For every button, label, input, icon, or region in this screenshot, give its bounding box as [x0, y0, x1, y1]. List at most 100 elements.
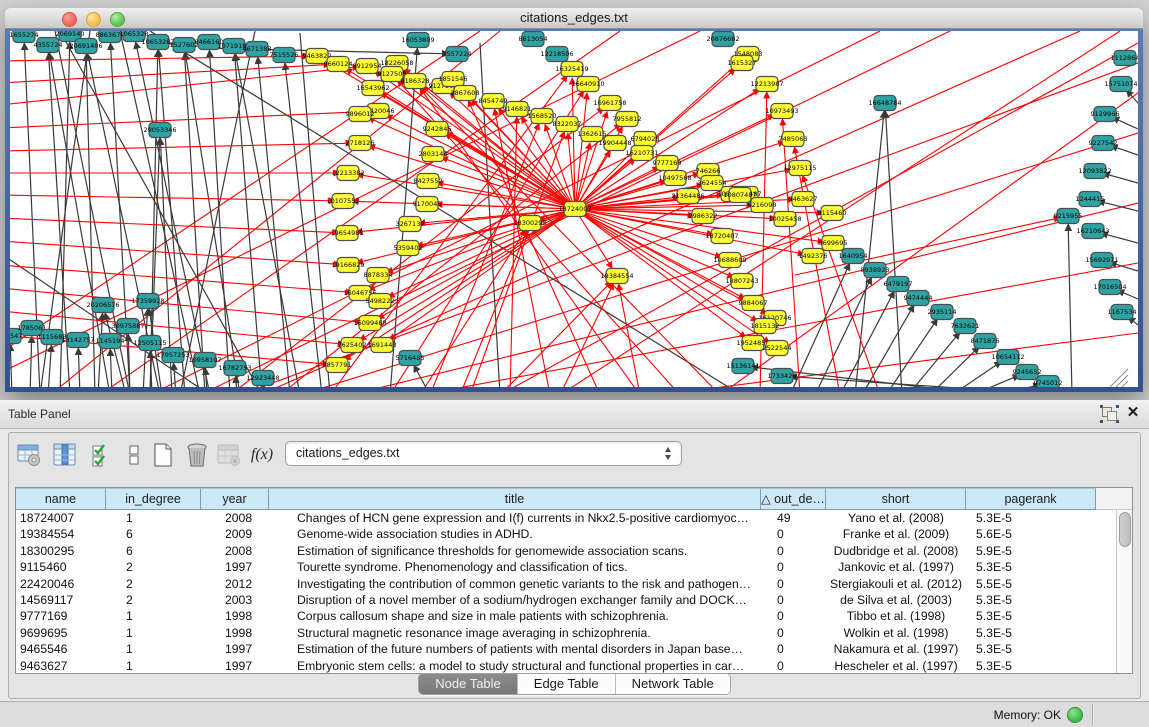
graph-node[interactable]: 15136141 — [726, 359, 759, 374]
graph-node[interactable]: 9745012 — [1034, 376, 1063, 388]
graph-node[interactable]: 9474444 — [904, 291, 933, 306]
citation-graph[interactable]: 1872400716552744355724206914020691406886… — [10, 31, 1138, 387]
graph-node[interactable]: 16640910 — [571, 77, 604, 92]
table-options-icon[interactable] — [15, 441, 43, 469]
graph-node[interactable]: 1492376 — [799, 249, 828, 264]
graph-node[interactable]: 7515526 — [270, 48, 299, 63]
table-row[interactable]: 1938455462009Genome-wide association stu… — [16, 526, 1117, 542]
table-vertical-scrollbar[interactable] — [1116, 510, 1132, 673]
column-header-pagerank[interactable]: pagerank — [966, 488, 1096, 510]
new-column-icon[interactable] — [149, 441, 177, 469]
graph-node[interactable]: 1691443 — [368, 338, 397, 353]
graph-node[interactable]: 16648784 — [868, 96, 901, 111]
function-builder-icon[interactable]: f(x) — [247, 441, 277, 469]
table-selector-combobox[interactable]: citations_edges.txt — [285, 441, 682, 466]
graph-node[interactable]: 29053346 — [143, 123, 176, 138]
graph-node[interactable]: 8471876 — [971, 334, 1000, 349]
graph-node[interactable]: 12923448 — [246, 371, 279, 386]
graph-node[interactable]: 2803144 — [419, 147, 448, 162]
graph-node[interactable]: 9699695 — [819, 236, 848, 251]
table-row[interactable]: 2242004622012Investigating the contribut… — [16, 576, 1117, 592]
column-header-outde[interactable]: △ out_de… — [761, 488, 826, 510]
column-header-short[interactable]: short — [826, 488, 966, 510]
graph-node[interactable]: 19384554 — [600, 269, 633, 284]
graph-node[interactable]: 12975115 — [783, 161, 816, 176]
window-resize-grip[interactable] — [1110, 369, 1128, 387]
graph-node[interactable]: 12213382 — [331, 166, 364, 181]
graph-node[interactable]: 1244415 — [1076, 192, 1105, 207]
graph-node[interactable]: 6479197 — [884, 277, 913, 292]
graph-node[interactable]: 4355724 — [34, 38, 63, 53]
table-row[interactable]: 1872400712008Changes of HCN gene express… — [16, 510, 1117, 526]
graph-node[interactable]: 19166829 — [331, 258, 364, 273]
graph-node[interactable]: 12218506 — [540, 47, 573, 62]
graph-node[interactable]: 12213987 — [750, 77, 783, 92]
graph-node[interactable]: 7625402 — [338, 338, 367, 353]
delete-column-icon[interactable] — [183, 441, 211, 469]
column-header-name[interactable]: name — [16, 488, 106, 510]
graph-node[interactable]: 9242845 — [423, 122, 452, 137]
graph-node[interactable]: 1640954 — [839, 249, 868, 264]
graph-node[interactable]: 7557224 — [443, 47, 472, 62]
table-row[interactable]: 1830029562008Estimation of significance … — [16, 543, 1117, 559]
graph-node[interactable]: 9227542 — [1089, 136, 1118, 151]
graph-node[interactable]: 9896012 — [346, 107, 375, 122]
graph-node[interactable]: 9170045 — [413, 197, 442, 212]
table-row[interactable]: 911546021997Tourette syndrome. Phenomeno… — [16, 559, 1117, 575]
graph-node[interactable]: 9884067 — [739, 296, 768, 311]
graph-node[interactable]: 16325419 — [555, 62, 588, 77]
graph-node[interactable]: 2522544 — [763, 341, 792, 356]
graph-node[interactable]: 1167534 — [1108, 305, 1137, 320]
graph-node[interactable]: 1733426 — [768, 369, 797, 384]
graph-node[interactable]: 8186328 — [401, 74, 430, 89]
graph-node[interactable]: 5716485 — [396, 351, 425, 366]
tab-node-table[interactable]: Node Table — [419, 674, 518, 694]
graph-node[interactable]: 5359402 — [394, 241, 423, 256]
graph-node[interactable]: 10107552 — [326, 194, 359, 209]
graph-node[interactable]: 12505115 — [133, 336, 166, 351]
graph-node[interactable]: 9777169 — [653, 156, 682, 171]
scrollbar-thumb[interactable] — [1119, 512, 1131, 547]
graph-node[interactable]: 12093822 — [1078, 164, 1111, 179]
column-header-indegree[interactable]: in_degree — [106, 488, 201, 510]
graph-node[interactable]: 8878334 — [364, 268, 393, 283]
toggle-rows-icon[interactable] — [121, 441, 149, 469]
column-header-year[interactable]: year — [201, 488, 269, 510]
graph-node[interactable]: 2867608 — [451, 86, 480, 101]
graph-node[interactable]: 4671388 — [243, 42, 272, 57]
graph-node[interactable]: 8813054 — [519, 32, 548, 47]
graph-node[interactable]: 6216098 — [748, 198, 777, 213]
table-row[interactable]: 977716911998Corpus callosum shape and si… — [16, 608, 1117, 624]
table-row[interactable]: 1456911722003Disruption of a novel membe… — [16, 592, 1117, 608]
graph-node[interactable]: 2935114 — [928, 305, 957, 320]
close-panel-icon[interactable]: ✕ — [1125, 405, 1141, 421]
select-all-checkboxes-icon[interactable] — [89, 441, 117, 469]
graph-node[interactable]: 9129966 — [1091, 107, 1120, 122]
graph-node[interactable]: 7955812 — [613, 112, 642, 127]
graph-node[interactable]: 9857791 — [323, 358, 352, 373]
column-header-title[interactable]: title — [269, 488, 761, 510]
graph-node[interactable]: 2986322 — [689, 209, 718, 224]
graph-node[interactable]: 1145194 — [96, 334, 125, 349]
graph-node[interactable]: 5498222 — [366, 294, 395, 309]
table-row[interactable]: 946554611997Estimation of the future num… — [16, 641, 1117, 657]
select-columns-icon[interactable] — [51, 441, 79, 469]
float-panel-icon[interactable] — [1102, 407, 1117, 421]
graph-node[interactable]: 3267130 — [396, 217, 425, 232]
graph-node[interactable]: 7632621 — [951, 319, 980, 334]
graph-node[interactable]: 9115460 — [818, 206, 847, 221]
graph-node[interactable]: 8427552 — [414, 174, 443, 189]
graph-node[interactable]: 6794028 — [631, 132, 660, 147]
graph-node[interactable]: 20206576 — [86, 298, 119, 313]
graph-node[interactable]: 15692971 — [1085, 253, 1118, 268]
table-row[interactable]: 969969511998Structural magnetic resonanc… — [16, 625, 1117, 641]
graph-node[interactable]: 9660124 — [324, 57, 353, 72]
graph-node[interactable]: 1815132 — [751, 319, 780, 334]
graph-node[interactable]: 2718126 — [346, 136, 375, 151]
network-canvas[interactable]: 1872400716552744355724206914020691406886… — [10, 31, 1138, 387]
graph-node[interactable]: 16961758 — [593, 96, 626, 111]
tab-edge-table[interactable]: Edge Table — [518, 674, 616, 694]
graph-node[interactable]: 1112864 — [1111, 51, 1138, 66]
tab-network-table[interactable]: Network Table — [616, 674, 730, 694]
graph-node[interactable]: 16210643 — [1076, 224, 1109, 239]
